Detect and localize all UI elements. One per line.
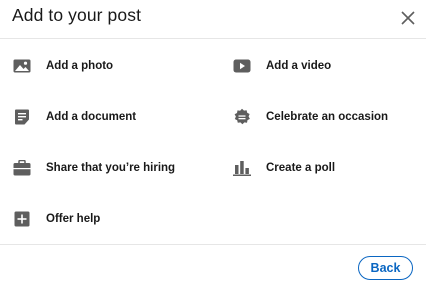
add-video-option[interactable]: Add a video: [232, 54, 331, 78]
briefcase-icon: [12, 158, 32, 178]
poll-icon: [232, 158, 252, 178]
add-document-label: Add a document: [46, 111, 137, 123]
celebrate-occasion-option[interactable]: Celebrate an occasion: [232, 105, 388, 129]
add-to-post-modal: Add to your post Add a photo Add a video…: [0, 0, 426, 287]
close-button[interactable]: [398, 8, 418, 28]
create-poll-label: Create a poll: [266, 162, 336, 174]
add-video-label: Add a video: [266, 60, 332, 72]
create-poll-option[interactable]: Create a poll: [232, 156, 335, 180]
document-icon: [12, 107, 32, 127]
photo-icon: [12, 56, 32, 76]
add-photo-option[interactable]: Add a photo: [12, 54, 113, 78]
share-hiring-label: Share that you’re hiring: [46, 162, 176, 174]
video-icon: [232, 56, 252, 76]
offer-help-option[interactable]: Offer help: [12, 207, 100, 231]
modal-header: Add to your post: [0, 0, 426, 39]
back-button[interactable]: Back: [358, 256, 413, 280]
add-document-option[interactable]: Add a document: [12, 105, 136, 129]
add-photo-label: Add a photo: [46, 60, 114, 72]
modal-title: Add to your post: [12, 5, 142, 25]
offer-help-label: Offer help: [46, 213, 101, 225]
plus-box-icon: [12, 209, 32, 229]
share-hiring-option[interactable]: Share that you’re hiring: [12, 156, 175, 180]
close-icon: [401, 11, 415, 25]
celebrate-occasion-label: Celebrate an occasion: [266, 111, 389, 123]
celebrate-icon: [232, 107, 252, 127]
modal-footer: Back: [0, 244, 426, 288]
